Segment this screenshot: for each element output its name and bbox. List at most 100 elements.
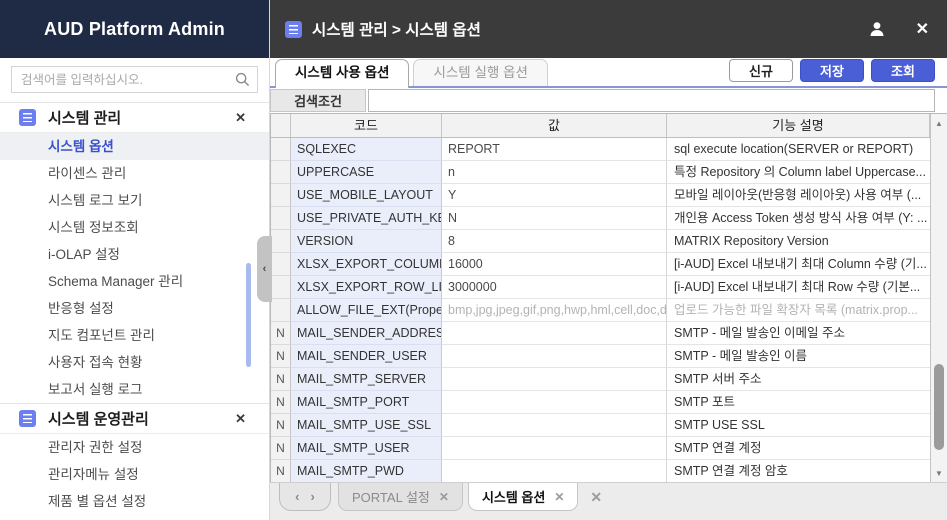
scroll-up-icon[interactable]: ▲ [931,115,947,131]
cell-flag: N [271,322,291,345]
table-row[interactable]: UPPERCASEn특정 Repository 의 Column label U… [271,161,930,184]
cell-code: XLSX_EXPORT_ROW_LIMIT [291,276,442,299]
sidebar-item-Schema Manager 관리[interactable]: Schema Manager 관리 [0,268,269,295]
prev-tab-icon[interactable]: ‹ [295,489,299,504]
bottom-tab-시스템 옵션[interactable]: 시스템 옵션 ✕ [468,483,578,511]
cell-value[interactable] [442,322,667,345]
column-header-flag[interactable] [271,114,291,137]
next-tab-icon[interactable]: › [311,489,315,504]
sidebar-item-제품 별 옵션 설정[interactable]: 제품 별 옵션 설정 [0,488,269,515]
cell-desc: SMTP 포트 [667,391,930,414]
cell-code: SQLEXEC [291,138,442,161]
cell-value[interactable]: REPORT [442,138,667,161]
cell-code: MAIL_SMTP_PORT [291,391,442,414]
table-row[interactable]: NMAIL_SENDER_USERSMTP - 메일 발송인 이름 [271,345,930,368]
sidebar-item-지도 컴포넌트 관리[interactable]: 지도 컴포넌트 관리 [0,322,269,349]
cell-value[interactable] [442,460,667,482]
search-icon[interactable] [235,72,250,92]
column-header-code[interactable]: 코드 [291,114,442,137]
cell-flag [271,230,291,253]
cell-value[interactable] [442,437,667,460]
column-header-desc[interactable]: 기능 설명 [667,114,930,137]
cell-desc: [i-AUD] Excel 내보내기 최대 Row 수량 (기본... [667,276,930,299]
table-row[interactable]: XLSX_EXPORT_ROW_LIMIT3000000[i-AUD] Exce… [271,276,930,299]
section-close-icon[interactable]: ✕ [235,411,246,427]
sidebar-item-i-OLAP 설정[interactable]: i-OLAP 설정 [0,241,269,268]
저장-button[interactable]: 저장 [800,59,864,82]
sidebar-item-관리자 권한 설정[interactable]: 관리자 권한 설정 [0,434,269,461]
cell-value[interactable]: bmp,jpg,jpeg,gif,png,hwp,hml,cell,doc,d.… [442,299,667,322]
table-row[interactable]: ALLOW_FILE_EXT(Propert...bmp,jpg,jpeg,gi… [271,299,930,322]
sidebar-item-시스템 정보조회[interactable]: 시스템 정보조회 [0,214,269,241]
cell-value[interactable]: 3000000 [442,276,667,299]
sidebar-item-시스템 로그 보기[interactable]: 시스템 로그 보기 [0,187,269,214]
sidebar-item-사용자 접속 현황[interactable]: 사용자 접속 현황 [0,349,269,376]
신규-button[interactable]: 신규 [729,59,793,82]
grid-table: 코드 값 기능 설명 SQLEXECREPORTsql execute loca… [271,114,930,482]
sidebar-item-보고서 실행 로그[interactable]: 보고서 실행 로그 [0,376,269,403]
cell-value[interactable] [442,414,667,437]
cell-value[interactable] [442,391,667,414]
cell-flag [271,161,291,184]
cell-code: MAIL_SMTP_SERVER [291,368,442,391]
cell-value[interactable]: Y [442,184,667,207]
cell-code: UPPERCASE [291,161,442,184]
tab-시스템 실행 옵션[interactable]: 시스템 실행 옵션 [413,59,547,86]
sidebar-header: AUD Platform Admin [0,0,269,58]
bottom-tab-label: PORTAL 설정 [352,487,430,506]
extra-tab-close-icon[interactable]: ✕ [590,489,602,506]
cell-desc: 특정 Repository 의 Column label Uppercase..… [667,161,930,184]
table-row[interactable]: NMAIL_SMTP_PWDSMTP 연결 계정 암호 [271,460,930,482]
cell-flag [271,253,291,276]
options-grid: 코드 값 기능 설명 SQLEXECREPORTsql execute loca… [270,113,947,482]
menu-doc-icon [19,109,36,126]
sidebar-scrollbar-thumb[interactable] [246,263,251,367]
table-row[interactable]: NMAIL_SMTP_USE_SSLSMTP USE SSL [271,414,930,437]
close-icon[interactable]: ✕ [916,19,929,39]
cell-value[interactable]: N [442,207,667,230]
bottom-tab-PORTAL 설정[interactable]: PORTAL 설정 ✕ [338,483,463,511]
cell-value[interactable] [442,345,667,368]
scroll-down-icon[interactable]: ▼ [931,465,947,481]
column-header-value[interactable]: 값 [442,114,667,137]
user-icon[interactable] [868,20,886,38]
sidebar-item-시스템 옵션[interactable]: 시스템 옵션 [0,133,269,160]
table-row[interactable]: NMAIL_SMTP_SERVERSMTP 서버 주소 [271,368,930,391]
cell-value[interactable]: 16000 [442,253,667,276]
grid-body: SQLEXECREPORTsql execute location(SERVER… [271,138,930,482]
sidebar-item-반응형 설정[interactable]: 반응형 설정 [0,295,269,322]
table-row[interactable]: NMAIL_SMTP_PORTSMTP 포트 [271,391,930,414]
cell-code: USE_PRIVATE_AUTH_KEY [291,207,442,230]
cell-code: MAIL_SENDER_USER [291,345,442,368]
tab-시스템 사용 옵션[interactable]: 시스템 사용 옵션 [275,59,409,88]
sidebar-item-라이센스 관리[interactable]: 라이센스 관리 [0,160,269,187]
menu-search-input[interactable] [12,67,257,92]
조회-button[interactable]: 조회 [871,59,935,82]
cell-value[interactable] [442,368,667,391]
section-close-icon[interactable]: ✕ [235,110,246,126]
grid-vertical-scrollbar[interactable]: ▲ ▼ [930,114,947,482]
cell-flag: N [271,345,291,368]
table-row[interactable]: USE_MOBILE_LAYOUTY모바일 레이아웃(반응형 레이아웃) 사용 … [271,184,930,207]
grid-scrollbar-thumb[interactable] [934,364,944,450]
cell-desc: SMTP - 메일 발송인 이메일 주소 [667,322,930,345]
table-row[interactable]: NMAIL_SMTP_USERSMTP 연결 계정 [271,437,930,460]
cell-value[interactable]: 8 [442,230,667,253]
sidebar-collapse-handle[interactable]: ‹ [257,236,272,302]
search-condition-label: 검색조건 [270,89,366,112]
table-row[interactable]: XLSX_EXPORT_COLUMN...16000[i-AUD] Excel … [271,253,930,276]
tab-close-icon[interactable]: ✕ [554,490,564,504]
table-row[interactable]: NMAIL_SENDER_ADDRES...SMTP - 메일 발송인 이메일 … [271,322,930,345]
cell-desc: 업로드 가능한 파일 확장자 목록 (matrix.prop... [667,299,930,322]
cell-flag: N [271,414,291,437]
cell-code: VERSION [291,230,442,253]
table-row[interactable]: SQLEXECREPORTsql execute location(SERVER… [271,138,930,161]
cell-desc: SMTP 연결 계정 [667,437,930,460]
table-row[interactable]: VERSION8MATRIX Repository Version [271,230,930,253]
table-row[interactable]: USE_PRIVATE_AUTH_KEYN개인용 Access Token 생성… [271,207,930,230]
sidebar-item-관리자메뉴 설정[interactable]: 관리자메뉴 설정 [0,461,269,488]
search-condition-input[interactable] [368,89,935,112]
bottom-tab-label: 시스템 옵션 [482,487,545,506]
cell-value[interactable]: n [442,161,667,184]
tab-close-icon[interactable]: ✕ [439,490,449,504]
